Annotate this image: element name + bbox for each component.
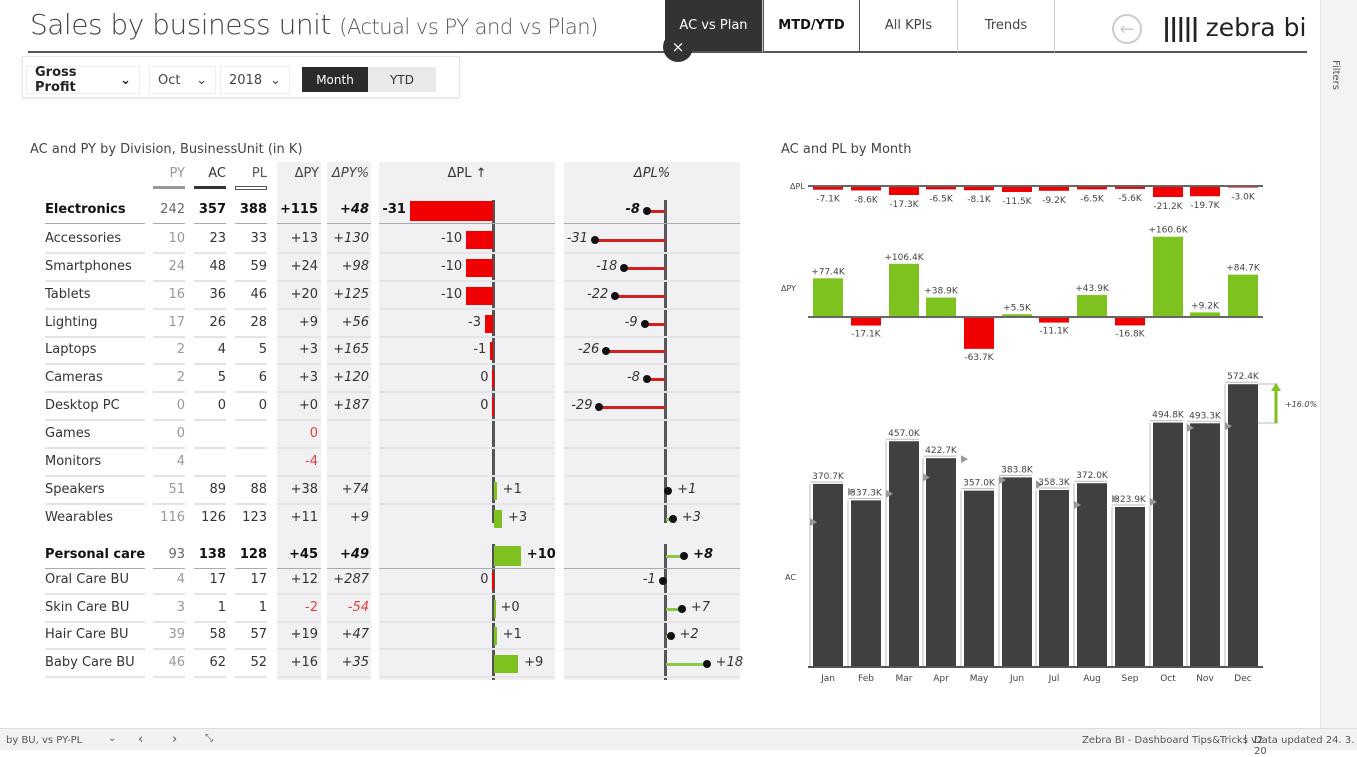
dpy-label: -11.1K: [1039, 327, 1069, 337]
dpy-bar[interactable]: [1153, 236, 1183, 317]
x-tick-label: Jul: [1048, 674, 1060, 684]
dpy-label: +106.4K: [884, 253, 924, 263]
ac-bar[interactable]: [1190, 423, 1220, 667]
dpy-label: +77.4K: [811, 267, 846, 277]
ac-label: 383.8K: [1001, 465, 1034, 475]
next-page-icon[interactable]: ›: [172, 732, 177, 747]
ac-label: 357.0K: [963, 479, 996, 489]
divider: |: [1244, 734, 1248, 745]
ac-bar[interactable]: [851, 500, 881, 667]
dpy-label: +43.9K: [1075, 284, 1110, 294]
page-selector[interactable]: by BU, vs PY-PL: [6, 735, 82, 746]
filters-pane[interactable]: [1320, 0, 1357, 750]
dpy-bar[interactable]: [889, 263, 919, 317]
x-tick-label: Dec: [1234, 674, 1251, 684]
dpy-bar[interactable]: [1228, 274, 1258, 317]
dpy-bar[interactable]: [926, 297, 956, 317]
report-name: Zebra BI - Dashboard Tips&Tricks v2: [1082, 735, 1264, 746]
ac-bar[interactable]: [1039, 489, 1069, 667]
dpl-bar[interactable]: [1190, 186, 1220, 197]
x-tick-label: Oct: [1160, 674, 1176, 684]
dpy-bar[interactable]: [813, 278, 843, 317]
prev-page-icon[interactable]: ‹: [138, 732, 143, 747]
axis-label-dpy: ΔPY: [781, 284, 796, 293]
dpl-label: -21.2K: [1153, 202, 1183, 212]
dpy-label: +38.9K: [924, 287, 959, 297]
dpl-label: -6.5K: [1080, 194, 1105, 204]
ac-bar[interactable]: [813, 483, 843, 667]
x-tick-label: Jun: [1009, 674, 1024, 684]
dpy-label: +160.6K: [1148, 226, 1188, 236]
ac-label: 370.7K: [812, 472, 845, 482]
dpy-label: -17.1K: [851, 330, 881, 340]
dpl-label: -9.2K: [1042, 196, 1067, 206]
dpy-label: +9.2K: [1191, 301, 1220, 311]
axis-label-dpl: ΔPL: [790, 182, 805, 191]
dpy-bar[interactable]: [1077, 295, 1107, 317]
data-updated: Data updated 24. 3. 20: [1254, 735, 1355, 757]
ac-label: 372.0K: [1076, 471, 1109, 481]
x-tick-label: Apr: [933, 674, 949, 684]
dpl-label: -7.1K: [816, 195, 841, 205]
dpl-label: -11.5K: [1002, 197, 1032, 207]
ac-label: 422.7K: [925, 446, 958, 456]
ac-label: 337.3K: [850, 488, 883, 498]
ac-bar[interactable]: [889, 441, 919, 667]
x-tick-label: Nov: [1196, 674, 1214, 684]
dpl-label: -8.1K: [967, 195, 992, 205]
ac-label: 494.8K: [1152, 411, 1185, 421]
dpl-label: -3.0K: [1231, 193, 1256, 203]
dpy-label: -63.7K: [964, 353, 994, 363]
ac-bar[interactable]: [1115, 506, 1145, 667]
axis-label-ac: AC: [785, 573, 796, 582]
month-chart: ΔPL ΔPY AC -7.1K -8.6K -17.3K -6.5K -8.1K -11.5K…: [781, 182, 1317, 684]
x-tick-label: Feb: [858, 674, 874, 684]
chevron-down-icon[interactable]: ⌄: [108, 733, 116, 744]
x-tick-label: Sep: [1122, 674, 1139, 684]
dpl-label: -8.6K: [854, 195, 879, 205]
dpy-bar[interactable]: [851, 317, 881, 326]
ac-bar[interactable]: [1077, 483, 1107, 667]
ac-bar[interactable]: [1002, 477, 1032, 667]
ac-label: 572.4K: [1227, 372, 1260, 382]
fullscreen-icon[interactable]: ⤡: [205, 733, 213, 744]
x-tick-label: Aug: [1083, 674, 1101, 684]
dpy-bar[interactable]: [1115, 317, 1145, 326]
dpy-label: +84.7K: [1226, 264, 1261, 274]
ac-label: 358.3K: [1038, 478, 1071, 488]
variance-annotation: +16.0%: [1285, 400, 1317, 409]
dpl-bar[interactable]: [1153, 186, 1183, 198]
dpy-bar[interactable]: [964, 317, 994, 349]
x-tick-label: May: [970, 674, 989, 684]
dpl-label: -17.3K: [889, 200, 919, 210]
x-tick-label: Jan: [820, 674, 835, 684]
ac-label: 323.9K: [1114, 495, 1147, 505]
ac-bar[interactable]: [926, 458, 956, 667]
dpy-label: +5.5K: [1003, 303, 1032, 313]
ac-bar[interactable]: [964, 490, 994, 667]
dpy-label: -16.8K: [1115, 329, 1145, 339]
py-marker: [961, 455, 968, 464]
filters-pane-label[interactable]: Filters: [1330, 60, 1341, 90]
dpl-label: -5.6K: [1118, 194, 1143, 204]
dpl-bar[interactable]: [889, 186, 919, 195]
ac-bar[interactable]: [1228, 384, 1258, 667]
dpl-label: -19.7K: [1190, 201, 1220, 211]
ac-label: 457.0K: [888, 429, 921, 439]
x-tick-label: Mar: [896, 674, 913, 684]
status-bar: by BU, vs PY-PL ⌄ ‹ › ⤡ Zebra BI - Dashb…: [0, 728, 1357, 757]
ac-label: 493.3K: [1189, 411, 1222, 421]
dpl-label: -6.5K: [929, 194, 954, 204]
ac-bar[interactable]: [1153, 422, 1183, 667]
